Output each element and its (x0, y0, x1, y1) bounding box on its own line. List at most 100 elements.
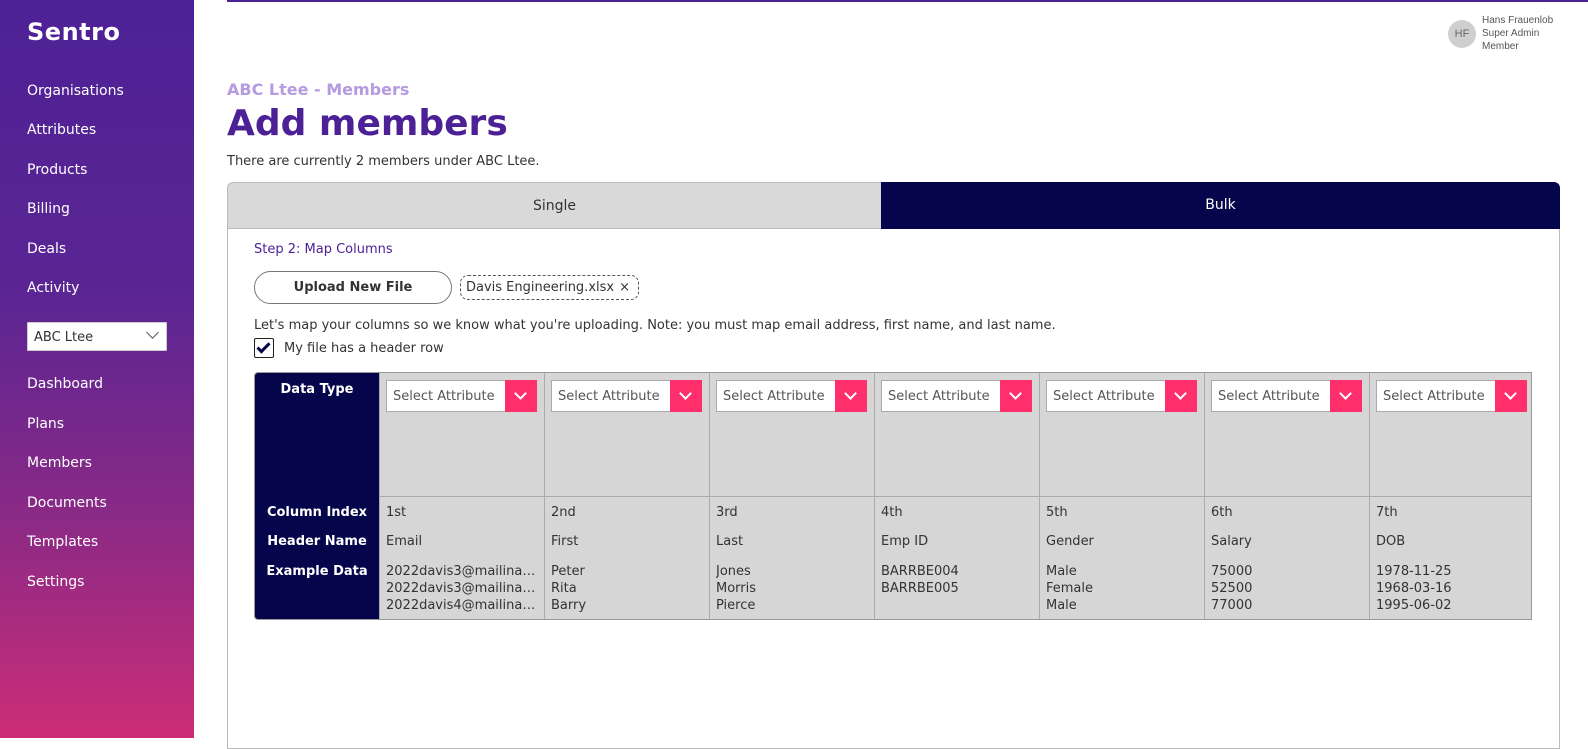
attribute-select-placeholder: Select Attribute (393, 389, 495, 404)
example-value: 2022davis3@mailinator.com (386, 581, 536, 596)
attribute-select-placeholder: Select Attribute (723, 389, 825, 404)
dropdown-button[interactable] (1000, 380, 1032, 412)
example-data: 1978-11-25 1968-03-16 1995-06-02 (1376, 563, 1526, 614)
mapping-column: Select Attribute 4th Emp ID BARRBE004 BARRBE… (874, 373, 1039, 619)
example-data: Male Female Male (1046, 563, 1196, 614)
mapping-column: Select Attribute 7th DOB 1978-11-25 1968-03-… (1369, 373, 1531, 619)
chevron-down-icon (1339, 387, 1352, 400)
example-data: 2022davis3@mailinator.com 2022davis3@mail… (386, 563, 536, 614)
user-info: Hans Frauenlob Super Admin Member (1482, 14, 1588, 53)
sidebar-item-dashboard[interactable]: Dashboard (27, 376, 103, 392)
attribute-select[interactable]: Select Attribute (881, 380, 1032, 412)
sentro-logo[interactable]: Sentro (27, 18, 120, 46)
avatar[interactable]: HF (1448, 20, 1476, 48)
chevron-down-icon (1174, 387, 1187, 400)
mapping-column: Select Attribute 3rd Last Jones Morris Pierce (709, 373, 874, 619)
attribute-select[interactable]: Select Attribute (386, 380, 537, 412)
tab-bulk[interactable]: Bulk (881, 182, 1560, 229)
dropdown-button[interactable] (1330, 380, 1362, 412)
column-index: 1st (386, 505, 407, 520)
sidebar-item-deals[interactable]: Deals (27, 241, 66, 257)
example-value: BARRBE004 (881, 564, 959, 579)
chevron-down-icon (844, 387, 857, 400)
example-value: Male (1046, 564, 1077, 579)
sidebar-item-members[interactable]: Members (27, 455, 92, 471)
data-type-label: Data Type (280, 382, 354, 397)
sidebar-item-organisations[interactable]: Organisations (27, 83, 124, 99)
header-name: Salary (1211, 534, 1252, 549)
example-value: Pierce (716, 598, 756, 613)
example-value: Morris (716, 581, 757, 596)
example-data: Peter Rita Barry (551, 563, 701, 614)
example-value: Female (1046, 581, 1094, 596)
attribute-select[interactable]: Select Attribute (1046, 380, 1197, 412)
upload-new-file-button[interactable]: Upload New File (254, 271, 452, 304)
checkmark-icon (256, 339, 271, 354)
chevron-down-icon (679, 387, 692, 400)
example-value: BARRBE005 (881, 581, 959, 596)
sidebar: Sentro Organisations Attributes Products… (0, 0, 194, 738)
mapping-column: Select Attribute 1st Email 2022davis3@maili… (379, 373, 544, 619)
sidebar-item-plans[interactable]: Plans (27, 416, 64, 432)
column-index: 6th (1211, 505, 1233, 520)
sidebar-item-settings[interactable]: Settings (27, 574, 84, 590)
column-mapping-table: Data Type Column Index Header Name Examp… (254, 372, 1532, 620)
user-type: Member (1482, 41, 1519, 52)
header-name: Email (386, 534, 423, 549)
example-data: BARRBE004 BARRBE005 (881, 563, 1031, 597)
header-name: DOB (1376, 534, 1406, 549)
example-value: 1995-06-02 (1376, 598, 1452, 613)
column-index: 7th (1376, 505, 1398, 520)
column-index: 4th (881, 505, 903, 520)
sidebar-item-documents[interactable]: Documents (27, 495, 107, 511)
attribute-select[interactable]: Select Attribute (1376, 380, 1527, 412)
dropdown-button[interactable] (1165, 380, 1197, 412)
sidebar-item-products[interactable]: Products (27, 162, 87, 178)
page-subtitle: There are currently 2 members under ABC … (227, 154, 540, 169)
attribute-select-placeholder: Select Attribute (888, 389, 990, 404)
header-row-label[interactable]: My file has a header row (284, 341, 444, 356)
example-value: 1978-11-25 (1376, 564, 1452, 579)
example-value: 77000 (1211, 598, 1253, 613)
row-labels: Data Type Column Index Header Name Examp… (255, 373, 379, 619)
sidebar-item-activity[interactable]: Activity (27, 280, 79, 296)
attribute-select-placeholder: Select Attribute (1053, 389, 1155, 404)
page-title: Add members (227, 103, 508, 144)
example-value: 75000 (1211, 564, 1253, 579)
header-name: Last (716, 534, 744, 549)
chevron-down-icon (514, 387, 527, 400)
close-icon[interactable]: × (619, 280, 630, 295)
attribute-select[interactable]: Select Attribute (716, 380, 867, 412)
column-index: 2nd (551, 505, 576, 520)
example-data: Jones Morris Pierce (716, 563, 866, 614)
attribute-select[interactable]: Select Attribute (1211, 380, 1362, 412)
dropdown-button[interactable] (1495, 380, 1527, 412)
file-chip: Davis Engineering.xlsx × (460, 275, 639, 300)
example-data-label: Example Data (266, 564, 368, 579)
example-value: Male (1046, 598, 1077, 613)
file-name: Davis Engineering.xlsx (466, 280, 615, 295)
sidebar-item-attributes[interactable]: Attributes (27, 122, 96, 138)
sidebar-item-templates[interactable]: Templates (27, 534, 98, 550)
sidebar-item-billing[interactable]: Billing (27, 201, 70, 217)
attribute-select[interactable]: Select Attribute (551, 380, 702, 412)
breadcrumb[interactable]: ABC Ltee - Members (227, 80, 409, 99)
mapping-column: Select Attribute 2nd First Peter Rita Barry (544, 373, 709, 619)
dropdown-button[interactable] (835, 380, 867, 412)
column-index: 5th (1046, 505, 1068, 520)
column-index: 3rd (716, 505, 738, 520)
dropdown-button[interactable] (505, 380, 537, 412)
attribute-select-placeholder: Select Attribute (1383, 389, 1485, 404)
member-tabs: Single Bulk (227, 182, 1560, 229)
header-name: Emp ID (881, 534, 929, 549)
chevron-down-icon (146, 326, 159, 339)
header-row-checkbox[interactable] (254, 338, 274, 358)
organisation-select-value: ABC Ltee (34, 330, 94, 345)
example-value: 2022davis4@mailinator.com (386, 598, 536, 613)
chevron-down-icon (1009, 387, 1022, 400)
dropdown-button[interactable] (670, 380, 702, 412)
attribute-select-placeholder: Select Attribute (1218, 389, 1320, 404)
tab-single[interactable]: Single (227, 182, 881, 229)
example-value: 1968-03-16 (1376, 581, 1452, 596)
organisation-select[interactable]: ABC Ltee (27, 322, 167, 351)
